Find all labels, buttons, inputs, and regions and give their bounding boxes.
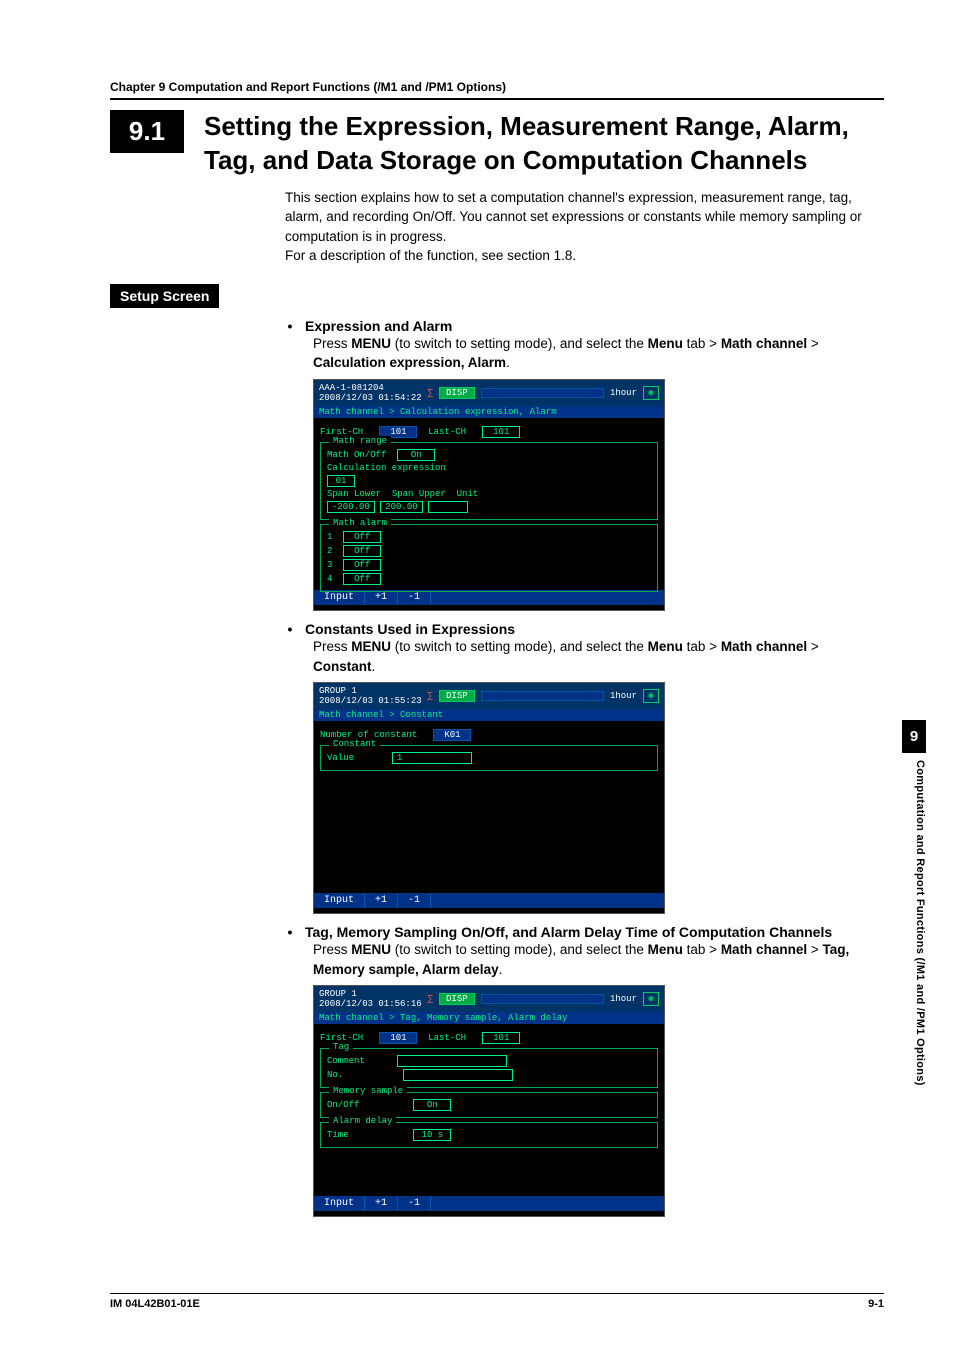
input-button[interactable]: Input	[314, 1196, 365, 1211]
first-ch-field[interactable]: 101	[379, 1032, 417, 1044]
span-lower-field[interactable]: -200.00	[327, 501, 375, 513]
calc-expr-field[interactable]: 01	[327, 475, 355, 487]
plus1-button[interactable]: +1	[365, 1196, 398, 1211]
value-field[interactable]: 1	[392, 752, 472, 764]
disp-button[interactable]: DISP	[439, 387, 475, 399]
input-button[interactable]: Input	[314, 893, 365, 908]
plus1-button[interactable]: +1	[365, 590, 398, 605]
math-icon: ∑	[428, 691, 433, 701]
bullet-title-3: Tag, Memory Sampling On/Off, and Alarm D…	[305, 924, 832, 940]
comment-field[interactable]	[397, 1055, 507, 1067]
progress-bar	[481, 994, 604, 1004]
intro-paragraph-1: This section explains how to set a compu…	[285, 190, 862, 244]
page-title: Setting the Expression, Measurement Rang…	[204, 110, 884, 178]
footer-doc-id: IM 04L42B01-01E	[110, 1298, 200, 1310]
bullet-dot: •	[285, 924, 295, 940]
camera-icon[interactable]: ◉	[643, 386, 659, 400]
last-ch-field[interactable]: 101	[482, 1032, 520, 1044]
progress-bar	[481, 388, 604, 398]
plus1-button[interactable]: +1	[365, 893, 398, 908]
bullet-title-2: Constants Used in Expressions	[305, 621, 515, 637]
alarm-4-field[interactable]: Off	[343, 573, 381, 585]
minus1-button[interactable]: -1	[398, 590, 431, 605]
bullet-title-1: Expression and Alarm	[305, 318, 452, 334]
camera-icon[interactable]: ◉	[643, 689, 659, 703]
minus1-button[interactable]: -1	[398, 1196, 431, 1211]
breadcrumb: Math channel > Tag, Memory sample, Alarm…	[314, 1012, 664, 1024]
alarm-1-field[interactable]: Off	[343, 531, 381, 543]
memory-onoff-field[interactable]: On	[413, 1099, 451, 1111]
alarm-2-field[interactable]: Off	[343, 545, 381, 557]
side-chapter-number: 9	[902, 720, 926, 753]
alarm-delay-field[interactable]: 10 s	[413, 1129, 451, 1141]
math-onoff-field[interactable]: On	[397, 449, 435, 461]
screenshot-expression-alarm: AAA-1-0812042008/12/03 01:54:22 ∑ DISP 1…	[313, 379, 665, 611]
screenshot-constants: GROUP 12008/12/03 01:55:23 ∑ DISP 1hour …	[313, 682, 665, 914]
unit-field[interactable]	[428, 501, 468, 513]
instruction-3: Press MENU (to switch to setting mode), …	[313, 940, 884, 979]
intro-paragraph-2: For a description of the function, see s…	[285, 248, 576, 263]
chapter-header: Chapter 9 Computation and Report Functio…	[110, 80, 884, 100]
last-ch-field[interactable]: 101	[482, 426, 520, 438]
breadcrumb: Math channel > Constant	[314, 709, 664, 721]
no-field[interactable]	[403, 1069, 513, 1081]
minus1-button[interactable]: -1	[398, 893, 431, 908]
setup-screen-heading: Setup Screen	[110, 284, 219, 308]
bullet-dot: •	[285, 318, 295, 334]
span-upper-field[interactable]: 200.00	[380, 501, 422, 513]
math-icon: ∑	[428, 994, 433, 1004]
num-constant-field[interactable]: K01	[433, 729, 471, 741]
camera-icon[interactable]: ◉	[643, 992, 659, 1006]
math-icon: ∑	[428, 388, 433, 398]
bullet-dot: •	[285, 621, 295, 637]
disp-button[interactable]: DISP	[439, 690, 475, 702]
screenshot-tag-memory-alarm: GROUP 12008/12/03 01:56:16 ∑ DISP 1hour …	[313, 985, 665, 1217]
side-chapter-title: Computation and Report Functions (/M1 an…	[914, 760, 926, 1086]
progress-bar	[481, 691, 604, 701]
instruction-2: Press MENU (to switch to setting mode), …	[313, 637, 884, 676]
disp-button[interactable]: DISP	[439, 993, 475, 1005]
alarm-3-field[interactable]: Off	[343, 559, 381, 571]
section-number: 9.1	[110, 110, 184, 153]
breadcrumb: Math channel > Calculation expression, A…	[314, 406, 664, 418]
instruction-1: Press MENU (to switch to setting mode), …	[313, 334, 884, 373]
input-button[interactable]: Input	[314, 590, 365, 605]
footer-page-number: 9-1	[868, 1298, 884, 1310]
